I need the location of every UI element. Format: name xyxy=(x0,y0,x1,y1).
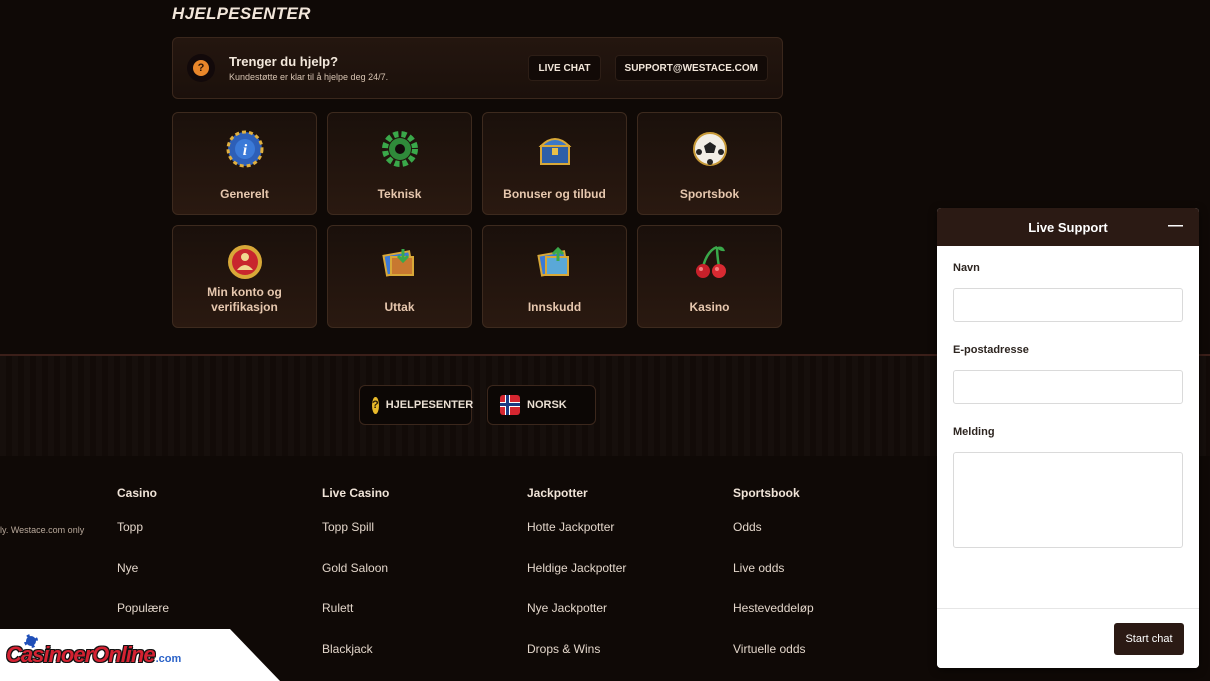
category-label: Teknisk xyxy=(377,187,422,201)
email-label: E-postadresse xyxy=(953,344,1029,356)
footer-column-casino: Casino Topp Nye Populære xyxy=(117,486,169,642)
category-card-uttak[interactable]: Uttak xyxy=(327,225,472,328)
language-button[interactable]: NORSK xyxy=(487,385,596,425)
footer-link[interactable]: Heldige Jackpotter xyxy=(527,561,626,602)
help-center-label: HJELPESENTER xyxy=(385,399,474,411)
casinoeronline-logo: CasinoerOnline .com xyxy=(0,629,280,681)
footer-column-sportsbook: Sportsbook Odds Live odds Hesteveddeløp … xyxy=(733,486,814,681)
help-icon: ? xyxy=(187,54,215,82)
gear-icon xyxy=(380,129,420,169)
treasure-chest-icon xyxy=(535,129,575,169)
footer-link[interactable]: Hotte Jackpotter xyxy=(527,520,626,561)
footer-column-heading: Sportsbook xyxy=(733,486,800,500)
account-badge-icon xyxy=(225,242,265,282)
footer-link[interactable]: Gold Saloon xyxy=(322,561,389,602)
message-label: Melding xyxy=(953,426,995,438)
category-grid: i Generelt Teknisk Bonuser og tilbud Spo… xyxy=(172,112,783,328)
help-center-button[interactable]: ? HJELPESENTER xyxy=(359,385,474,425)
chat-form: Navn E-postadresse Melding xyxy=(937,246,1199,548)
category-label: Uttak xyxy=(384,300,415,314)
category-card-sportsbok[interactable]: Sportsbok xyxy=(637,112,782,215)
category-card-generelt[interactable]: i Generelt xyxy=(172,112,317,215)
name-label: Navn xyxy=(953,262,980,274)
footer-link[interactable]: Blackjack xyxy=(322,642,389,681)
help-banner: ? Trenger du hjelp? Kundestøtte er klar … xyxy=(172,37,783,99)
category-label: Bonuser og tilbud xyxy=(503,187,606,201)
footer-column-heading: Jackpotter xyxy=(527,486,588,500)
banner-title: Trenger du hjelp? xyxy=(229,54,339,69)
footer-link[interactable]: Nye xyxy=(117,561,169,602)
category-label: Generelt xyxy=(220,187,269,201)
footer-column-live-casino: Live Casino Topp Spill Gold Saloon Rulet… xyxy=(322,486,389,681)
footer-link[interactable]: Drops & Wins xyxy=(527,642,626,681)
banner-subtitle: Kundestøtte er klar til å hjelpe deg 24/… xyxy=(229,72,389,82)
footer-column-heading: Casino xyxy=(117,486,158,500)
footer-column-jackpotter: Jackpotter Hotte Jackpotter Heldige Jack… xyxy=(527,486,626,681)
category-card-bonuser[interactable]: Bonuser og tilbud xyxy=(482,112,627,215)
footer-link[interactable]: Rulett xyxy=(322,601,389,642)
logo-suffix: .com xyxy=(155,653,182,665)
name-field[interactable] xyxy=(953,288,1183,322)
footer-link[interactable]: Topp Spill xyxy=(322,520,389,561)
email-field[interactable] xyxy=(953,370,1183,404)
footer-link[interactable]: Odds xyxy=(733,520,814,561)
footer-link[interactable]: Nye Jackpotter xyxy=(527,601,626,642)
cherries-icon xyxy=(690,242,730,282)
footer-link[interactable]: Topp xyxy=(117,520,169,561)
live-chat-button[interactable]: LIVE CHAT xyxy=(528,55,601,81)
category-label: Innskudd xyxy=(527,300,582,314)
footer-note: ly. Westace.com only xyxy=(0,525,85,535)
category-label: Min konto og verifikasjon xyxy=(207,285,282,314)
category-card-innskudd[interactable]: Innskudd xyxy=(482,225,627,328)
footer-link[interactable]: Virtuelle odds xyxy=(733,642,814,681)
category-card-kasino[interactable]: Kasino xyxy=(637,225,782,328)
start-chat-button[interactable]: Start chat xyxy=(1114,623,1184,655)
svg-text:i: i xyxy=(242,142,247,159)
withdraw-map-icon xyxy=(380,242,420,282)
poker-chip-icon xyxy=(24,634,38,648)
deposit-map-icon xyxy=(535,242,575,282)
category-card-teknisk[interactable]: Teknisk xyxy=(327,112,472,215)
info-chip-icon: i xyxy=(225,129,265,169)
chat-footer: Start chat xyxy=(937,608,1199,668)
language-label: NORSK xyxy=(527,399,567,411)
chat-title: Live Support xyxy=(1028,219,1108,235)
category-label: Sportsbok xyxy=(679,187,740,201)
support-email-button[interactable]: SUPPORT@WESTACE.COM xyxy=(614,55,768,81)
minimize-icon[interactable]: — xyxy=(1168,217,1183,234)
chat-header: Live Support — xyxy=(937,208,1199,246)
page-title: HJELPESENTER xyxy=(172,4,311,23)
norway-flag-icon xyxy=(500,395,520,415)
footer-link[interactable]: Live odds xyxy=(733,561,814,602)
soccer-ball-icon xyxy=(690,129,730,169)
help-icon: ? xyxy=(372,396,379,414)
category-card-min-konto[interactable]: Min konto og verifikasjon xyxy=(172,225,317,328)
live-support-widget: Live Support — Navn E-postadresse Meldin… xyxy=(937,208,1199,668)
footer-column-heading: Live Casino xyxy=(322,486,390,500)
footer-link[interactable]: Hesteveddeløp xyxy=(733,601,814,642)
message-field[interactable] xyxy=(953,452,1183,548)
banner-text: Trenger du hjelp? Kundestøtte er klar ti… xyxy=(229,54,514,82)
category-label: Kasino xyxy=(689,300,730,314)
